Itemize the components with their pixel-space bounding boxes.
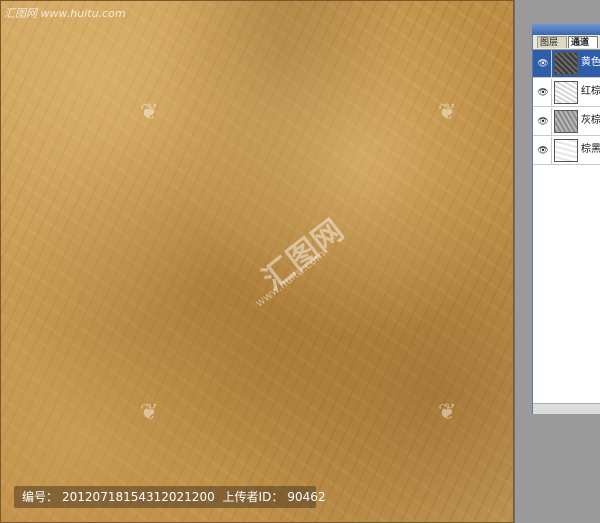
channel-row-brown-black[interactable]: 👁 棕黑 — [533, 137, 600, 165]
visibility-toggle[interactable]: 👁 — [533, 50, 552, 77]
channel-row-yellow[interactable]: 👁 黄色 — [533, 50, 600, 78]
id-value: 20120718154312021200 — [62, 490, 215, 504]
panel-tabs: 图层 通道 — [533, 35, 600, 50]
workspace-gap — [514, 0, 533, 523]
tab-channels[interactable]: 通道 — [568, 36, 598, 48]
channels-list-empty-area — [533, 165, 600, 403]
uploader-label: 上传者ID： — [222, 490, 284, 504]
eye-icon: 👁 — [537, 146, 549, 156]
visibility-toggle[interactable]: 👁 — [533, 137, 552, 164]
panel-scrollbar[interactable] — [533, 403, 600, 414]
channel-label: 灰棕 — [581, 115, 600, 126]
canvas-border — [0, 0, 514, 523]
id-label: 编号： — [22, 490, 59, 504]
channel-label: 红棕 — [581, 86, 600, 97]
eye-icon: 👁 — [537, 117, 549, 127]
uploader-value: 90462 — [287, 490, 326, 504]
channel-thumbnail — [554, 81, 578, 104]
channel-thumbnail — [554, 52, 578, 75]
channel-thumbnail — [554, 139, 578, 162]
eye-icon: 👁 — [537, 59, 549, 69]
channel-label: 黄色 — [581, 57, 600, 68]
info-text: 编号： 20120718154312021200 上传者ID： 90462 — [22, 488, 330, 506]
eye-icon: 👁 — [537, 88, 549, 98]
channel-label: 棕黑 — [581, 144, 600, 155]
visibility-toggle[interactable]: 👁 — [533, 108, 552, 135]
tab-layers[interactable]: 图层 — [537, 36, 567, 48]
panel-title-bar[interactable] — [532, 24, 600, 35]
channel-row-grey-brown[interactable]: 👁 灰棕 — [533, 108, 600, 136]
channel-thumbnail — [554, 110, 578, 133]
visibility-toggle[interactable]: 👁 — [533, 79, 552, 106]
channel-row-red-brown[interactable]: 👁 红棕 — [533, 79, 600, 107]
